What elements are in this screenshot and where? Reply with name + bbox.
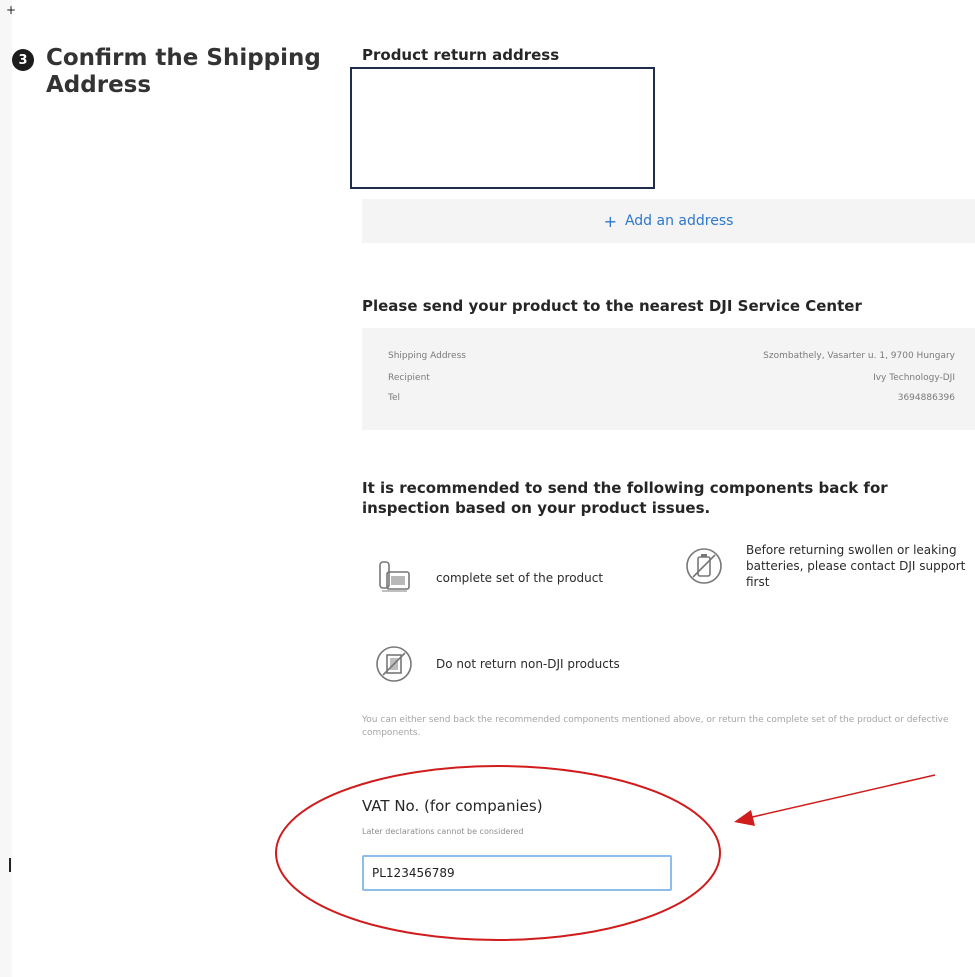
vat-label: VAT No. (for companies) (362, 797, 543, 815)
component-text: complete set of the product (436, 571, 604, 585)
step-header: 3 Confirm the Shipping Address (12, 45, 336, 99)
plus-icon: + (603, 211, 617, 231)
service-row-value: 3694886396 (897, 393, 955, 403)
corner-plus-mark: + (6, 3, 17, 17)
service-center-title: Please send your product to the nearest … (362, 297, 862, 315)
return-address-box[interactable] (350, 67, 655, 189)
component-item-battery-warning: Before returning swollen or leaking batt… (684, 542, 975, 590)
left-edge-strip (0, 0, 12, 977)
no-battery-icon (686, 548, 722, 584)
service-row-value: Szombathely, Vasarter u. 1, 9700 Hungary (763, 351, 955, 361)
no-non-dji-product-icon (376, 646, 412, 682)
service-row-label: Tel (388, 393, 401, 403)
add-address-label: Add an address (624, 213, 734, 229)
annotation-arrow-line (747, 774, 936, 819)
service-row-recipient: Recipient Ivy Technology-DJI (388, 373, 955, 383)
step-number-badge: 3 (12, 49, 34, 71)
component-item-product-set: complete set of the product (374, 558, 603, 598)
components-note: You can either send back the recommended… (362, 715, 949, 738)
service-center-info: Shipping Address Szombathely, Vasarter u… (362, 328, 975, 430)
annotation-ellipse (275, 765, 721, 941)
component-text: Do not return non-DJI products (436, 657, 620, 671)
service-row-label: Shipping Address (388, 351, 466, 361)
service-row-shipping-address: Shipping Address Szombathely, Vasarter u… (388, 351, 955, 361)
component-item-non-dji: Do not return non-DJI products (374, 644, 620, 684)
components-title: It is recommended to send the following … (362, 479, 888, 517)
step-title: Confirm the Shipping Address (46, 45, 321, 98)
component-text: Before returning swollen or leaking batt… (746, 543, 966, 589)
return-address-title: Product return address (362, 46, 560, 64)
add-address-button[interactable]: + Add an address (362, 199, 975, 243)
vat-hint: Later declarations cannot be considered (362, 827, 524, 836)
service-row-tel: Tel 3694886396 (388, 393, 955, 403)
vat-number-input[interactable] (362, 855, 672, 891)
product-set-icon (379, 561, 410, 592)
annotation-arrow-head (734, 810, 755, 826)
text-cursor-mark (9, 858, 11, 872)
service-row-value: Ivy Technology-DJI (873, 373, 955, 383)
service-row-label: Recipient (388, 373, 430, 383)
